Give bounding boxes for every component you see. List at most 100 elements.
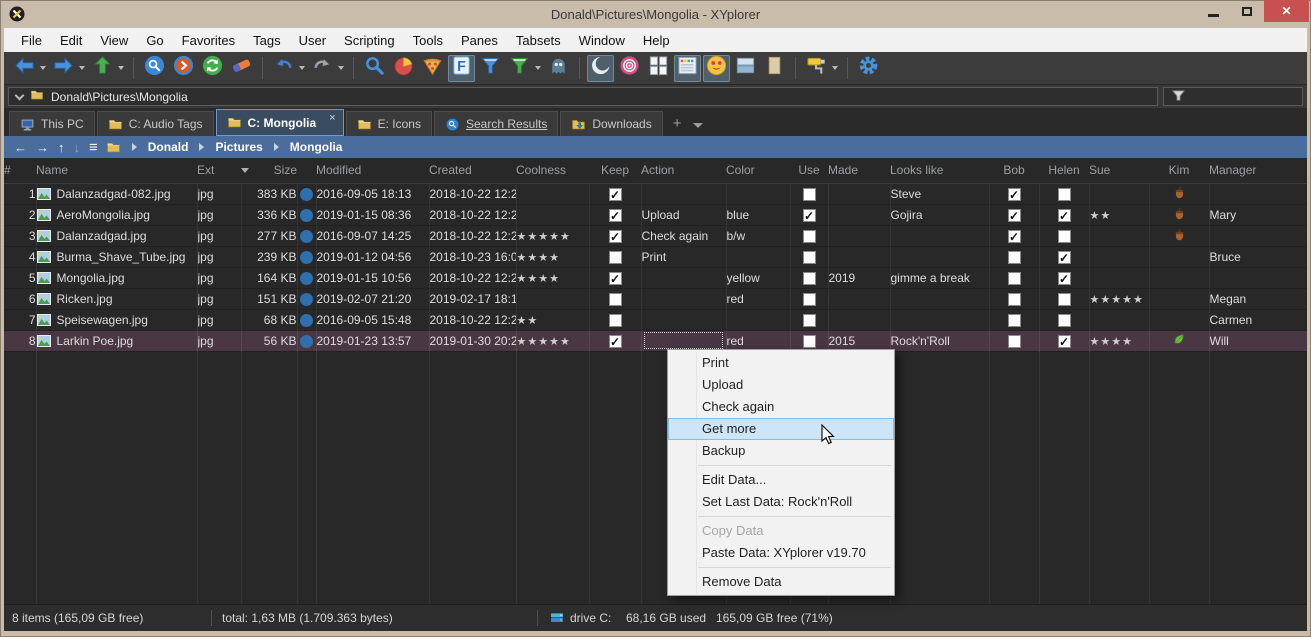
helen-checkbox[interactable] [1058,188,1071,201]
looks-like-cell[interactable] [890,309,989,330]
action-cell[interactable] [641,267,726,288]
column-header-bob[interactable]: Bob [989,158,1039,183]
use-cell[interactable] [790,225,828,246]
coolness-cell[interactable] [516,183,589,204]
column-header-kim[interactable]: Kim [1149,158,1209,183]
use-cell[interactable] [790,267,828,288]
column-header-manager[interactable]: Manager [1209,158,1307,183]
coolness-cell[interactable]: ★★★★ [516,246,589,267]
kim-cell[interactable] [1149,288,1209,309]
column-header-color[interactable]: Color [726,158,790,183]
kim-cell[interactable] [1149,309,1209,330]
bob-checkbox[interactable] [1008,272,1021,285]
action-cell[interactable] [641,183,726,204]
column-header-name[interactable]: Name [36,158,197,183]
keep-checkbox[interactable]: ✓ [609,209,622,222]
manager-cell[interactable]: Carmen [1209,309,1307,330]
use-checkbox[interactable] [803,335,816,348]
panes-button[interactable] [732,55,759,82]
keep-cell[interactable]: ✓ [589,267,641,288]
menu-item-go[interactable]: Go [137,28,172,52]
menu-item-check-again[interactable]: Check again [668,396,894,418]
settings-button[interactable] [855,55,882,82]
made-cell[interactable]: 2019 [828,267,890,288]
use-cell[interactable] [790,288,828,309]
refresh-button[interactable] [199,55,226,82]
helen-checkbox[interactable]: ✓ [1058,272,1071,285]
paint-roller-button[interactable] [803,55,830,82]
keep-cell[interactable] [589,309,641,330]
sue-cell[interactable] [1089,309,1149,330]
made-cell[interactable] [828,225,890,246]
sue-cell[interactable]: ★★★★★ [1089,288,1149,309]
bob-checkbox[interactable] [1008,335,1021,348]
menu-item-backup[interactable]: Backup [668,440,894,462]
sue-cell[interactable] [1089,267,1149,288]
menu-item-upload[interactable]: Upload [668,374,894,396]
looks-like-cell[interactable]: Steve [890,183,989,204]
quick-filter-box[interactable] [1163,87,1303,106]
menu-item-set-last-data-rock-n-roll[interactable]: Set Last Data: Rock'n'Roll [668,491,894,513]
helen-cell[interactable]: ✓ [1039,246,1089,267]
menu-item-help[interactable]: Help [634,28,679,52]
use-checkbox[interactable]: ✓ [803,209,816,222]
chevron-down-icon[interactable] [15,90,25,100]
helen-checkbox[interactable] [1058,230,1071,243]
menu-item-tabsets[interactable]: Tabsets [507,28,570,52]
pizza-button[interactable] [419,55,446,82]
dropdown-caret-icon[interactable] [79,66,85,70]
breadcrumb-segment-donald[interactable]: Donald [148,140,189,154]
made-cell[interactable] [828,204,890,225]
use-cell[interactable] [790,183,828,204]
color-cell[interactable] [726,246,790,267]
helen-cell[interactable]: ✓ [1039,204,1089,225]
made-cell[interactable] [828,288,890,309]
mini-tree-button[interactable]: F [448,55,475,82]
helen-checkbox[interactable]: ✓ [1058,209,1071,222]
helen-cell[interactable] [1039,183,1089,204]
table-row[interactable]: 1Dalanzadgad-082.jpgjpg383 KB2016-09-05 … [4,183,1307,204]
use-cell[interactable] [790,330,828,351]
lollipop-button[interactable] [616,55,643,82]
bob-checkbox[interactable]: ✓ [1008,209,1021,222]
use-checkbox[interactable] [803,272,816,285]
keep-checkbox[interactable]: ✓ [609,230,622,243]
table-row[interactable]: 7Speisewagen.jpgjpg68 KB2016-09-05 15:48… [4,309,1307,330]
new-tab-button[interactable]: + [673,115,682,132]
name-cell[interactable]: Speisewagen.jpg [36,309,197,330]
copy-items-button[interactable] [645,55,672,82]
dropdown-caret-icon[interactable] [535,66,541,70]
address-bar[interactable]: Donald\Pictures\Mongolia [8,87,1158,106]
up-icon[interactable]: ↑ [58,141,65,154]
table-row[interactable]: 3Dalanzadgad.jpgjpg277 KB2016-09-07 14:2… [4,225,1307,246]
bob-cell[interactable] [989,288,1039,309]
color-cell[interactable]: red [726,288,790,309]
column-header-use[interactable]: Use [790,158,828,183]
name-cell[interactable]: Burma_Shave_Tube.jpg [36,246,197,267]
helen-checkbox[interactable]: ✓ [1058,335,1071,348]
tab-e-icons[interactable]: E: Icons [346,111,432,136]
use-checkbox[interactable] [803,188,816,201]
action-cell[interactable] [641,309,726,330]
grid-view-button[interactable] [674,55,701,82]
emoji-button[interactable] [703,55,730,82]
menu-icon[interactable]: ≡ [89,140,97,155]
menu-item-tags[interactable]: Tags [244,28,289,52]
keep-cell[interactable]: ✓ [589,183,641,204]
tab-c-audio-tags[interactable]: C: Audio Tags [97,111,214,136]
filter-blue-button[interactable] [477,55,504,82]
kim-cell[interactable] [1149,246,1209,267]
tab-downloads[interactable]: Downloads [560,111,662,136]
bob-cell[interactable] [989,330,1039,351]
dropdown-caret-icon[interactable] [338,66,344,70]
helen-cell[interactable]: ✓ [1039,267,1089,288]
menu-item-paste-data-xyplorer-v19-70[interactable]: Paste Data: XYplorer v19.70 [668,542,894,564]
bob-cell[interactable] [989,309,1039,330]
color-cell[interactable]: blue [726,204,790,225]
up-button[interactable] [89,55,116,82]
name-cell[interactable]: Mongolia.jpg [36,267,197,288]
pie-report-button[interactable] [390,55,417,82]
keep-cell[interactable]: ✓ [589,204,641,225]
manager-cell[interactable] [1209,183,1307,204]
name-cell[interactable]: Dalanzadgad.jpg [36,225,197,246]
